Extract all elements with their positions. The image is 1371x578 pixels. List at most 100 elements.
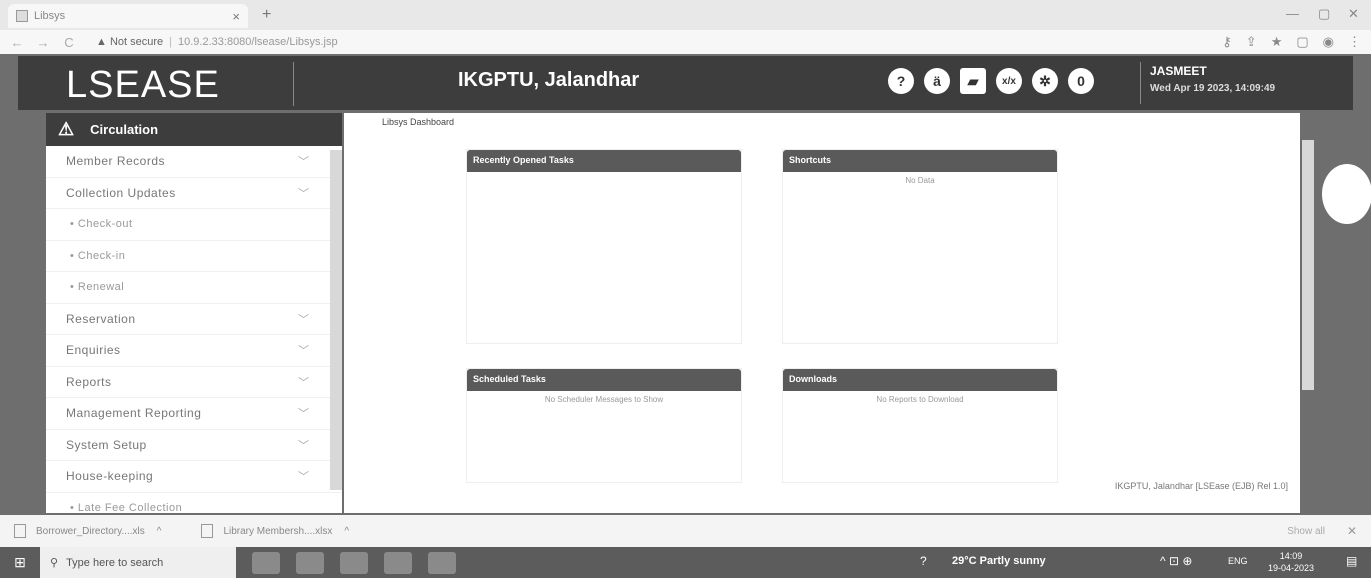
taskbar: ⊞ ⚲ Type here to search ? 29°C Partly su… [0,547,1371,578]
panel-title: Recently Opened Tasks [467,150,741,172]
profile-icon[interactable]: ◉ [1323,34,1334,50]
bookmark-star-icon[interactable]: ★ [1271,34,1283,50]
chevron-down-icon[interactable]: ﹀ [298,374,310,390]
panel-message: No Scheduler Messages to Show [544,395,664,404]
excel-file-icon [201,524,214,538]
chevron-down-icon[interactable]: ﹀ [298,468,310,484]
sidebar-item[interactable]: Member Records ﹀ [46,146,342,178]
edge-icon[interactable] [340,551,368,574]
search-icon: ⚲ [50,557,59,569]
forward-icon[interactable]: → [34,35,52,50]
file-explorer-icon[interactable] [384,551,412,574]
language-icon[interactable]: ä [924,68,950,94]
url-divider: | [169,36,173,48]
chevron-up-icon[interactable]: ^ [344,526,349,537]
sidebar-item-label: House-keeping [66,469,154,484]
sidebar-item-label: Management Reporting [66,406,202,421]
calculator-icon[interactable]: x/x [996,68,1022,94]
sidebar-item-label: • Renewal [70,281,125,294]
clock-time: 14:09 [1279,551,1303,561]
excel-file-icon [14,524,26,538]
main-scrollbar[interactable] [1302,140,1314,390]
address-bar: ← → C ▲ Not secure | 10.9.2.33:8080/lsea… [0,30,1371,54]
sidebar-item[interactable]: • Check-in [46,241,342,272]
download-item[interactable]: Borrower_Directory....xls ^ [14,524,161,538]
sidebar-item[interactable]: Reservation ﹀ [46,304,342,335]
excel-icon[interactable] [428,551,456,574]
restore-icon[interactable]: ▢ [1318,6,1330,22]
sidebar: ⚠ Circulation Member Records ﹀ Collection … [46,113,342,524]
sidebar-item-label: • Late Fee Collection [70,501,183,514]
sidebar-item-label: • Check-out [70,218,133,231]
notification-badge[interactable]: 0 [1068,68,1094,94]
tab-title: Libsys [34,10,66,22]
reload-icon[interactable]: C [60,35,78,50]
sidebar-item[interactable]: House-keeping ﹀ [46,461,342,493]
windows-start-icon[interactable]: ⊞ [0,547,40,578]
sidebar-item[interactable]: System Setup ﹀ [46,430,342,461]
browser-tab[interactable]: Libsys × [8,4,248,28]
settings-icon[interactable]: ✲ [1032,68,1058,94]
clock[interactable]: 14:09 19-04-2023 [1268,550,1314,574]
chevron-down-icon[interactable]: ﹀ [298,342,310,358]
key-icon[interactable]: ⚷ [1222,34,1232,50]
sidebar-item[interactable]: • Check-out [46,209,342,241]
sidebar-section-header[interactable]: ⚠ Circulation [46,113,342,146]
header-divider [293,62,294,106]
image-icon[interactable]: ▰ [960,68,986,94]
sidebar-item[interactable]: Management Reporting ﹀ [46,398,342,430]
security-warning[interactable]: ▲ Not secure [96,36,163,48]
sidebar-item[interactable]: Enquiries ﹀ [46,335,342,367]
tab-close-icon[interactable]: × [232,9,240,24]
security-label: Not secure [109,36,164,48]
browser-tab-bar: Libsys × + — ▢ ✕ [0,0,1371,30]
language-indicator[interactable]: ENG [1228,556,1248,566]
sidebar-item[interactable]: Reports ﹀ [46,367,342,398]
sidebar-item[interactable]: Collection Updates ﹀ [46,178,342,209]
show-all-button[interactable]: Show all [1287,526,1325,537]
chevron-up-icon[interactable]: ^ [157,526,162,537]
chevron-down-icon[interactable]: ﹀ [298,405,310,421]
sidebar-item-label: Enquiries [66,343,121,358]
breadcrumb: Libsys Dashboard [382,117,455,127]
shortcuts-panel: Shortcuts No Data [782,149,1058,344]
menu-dots-icon[interactable]: ⋮ [1348,34,1361,50]
sidebar-item-label: System Setup [66,437,147,452]
help-icon[interactable]: ? [888,68,914,94]
share-icon[interactable]: ⇪ [1246,34,1257,50]
chevron-down-icon[interactable]: ﹀ [298,437,310,453]
address-bar-actions: ⚷ ⇪ ★ ▢ ◉ ⋮ [1222,34,1361,50]
favicon-icon [16,10,28,22]
sidebar-toggle-icon[interactable]: ▢ [1296,34,1308,50]
user-name[interactable]: JASMEET [1150,64,1207,78]
app-footer: IKGPTU, Jalandhar [LSEase (EJB) Rel 1.0] [1114,481,1288,491]
chevron-down-icon[interactable]: ﹀ [298,185,310,201]
url-input[interactable]: 10.9.2.33:8080/lsease/Libsys.jsp [178,36,338,48]
tray-icons[interactable]: ^ ⊡ ⊕ [1160,554,1192,568]
help-tray-icon[interactable]: ? [920,554,927,568]
chrome-icon[interactable] [296,551,324,574]
chevron-down-icon[interactable]: ﹀ [298,311,310,327]
app-logo[interactable]: LSEASE [66,64,220,107]
close-icon[interactable]: ✕ [1347,524,1357,538]
scheduled-tasks-panel: Scheduled Tasks No Scheduler Messages to… [466,368,742,483]
header-icons: ? ä ▰ x/x ✲ 0 [888,68,1094,94]
sidebar-scrollbar[interactable] [330,150,342,490]
close-window-icon[interactable]: ✕ [1348,6,1359,22]
chevron-down-icon[interactable]: ﹀ [298,153,310,169]
sidebar-item-label: Member Records [66,154,166,169]
clock-date: 19-04-2023 [1268,563,1315,573]
download-item[interactable]: Library Membersh....xlsx ^ [201,524,349,538]
floating-circle [1322,164,1371,224]
notifications-icon[interactable]: ▤ [1346,554,1357,568]
search-placeholder: Type here to search [66,556,164,569]
task-view-icon[interactable] [252,551,280,574]
sidebar-item[interactable]: • Renewal [46,272,342,304]
panel-title: Downloads [783,369,1057,391]
download-bar: Borrower_Directory....xls ^ Library Memb… [0,515,1371,547]
taskbar-search[interactable]: ⚲ Type here to search [40,547,236,578]
back-icon[interactable]: ← [8,35,26,50]
weather-widget[interactable]: 29°C Partly sunny [952,555,1046,567]
minimize-icon[interactable]: — [1286,6,1299,21]
new-tab-button[interactable]: + [262,6,271,24]
